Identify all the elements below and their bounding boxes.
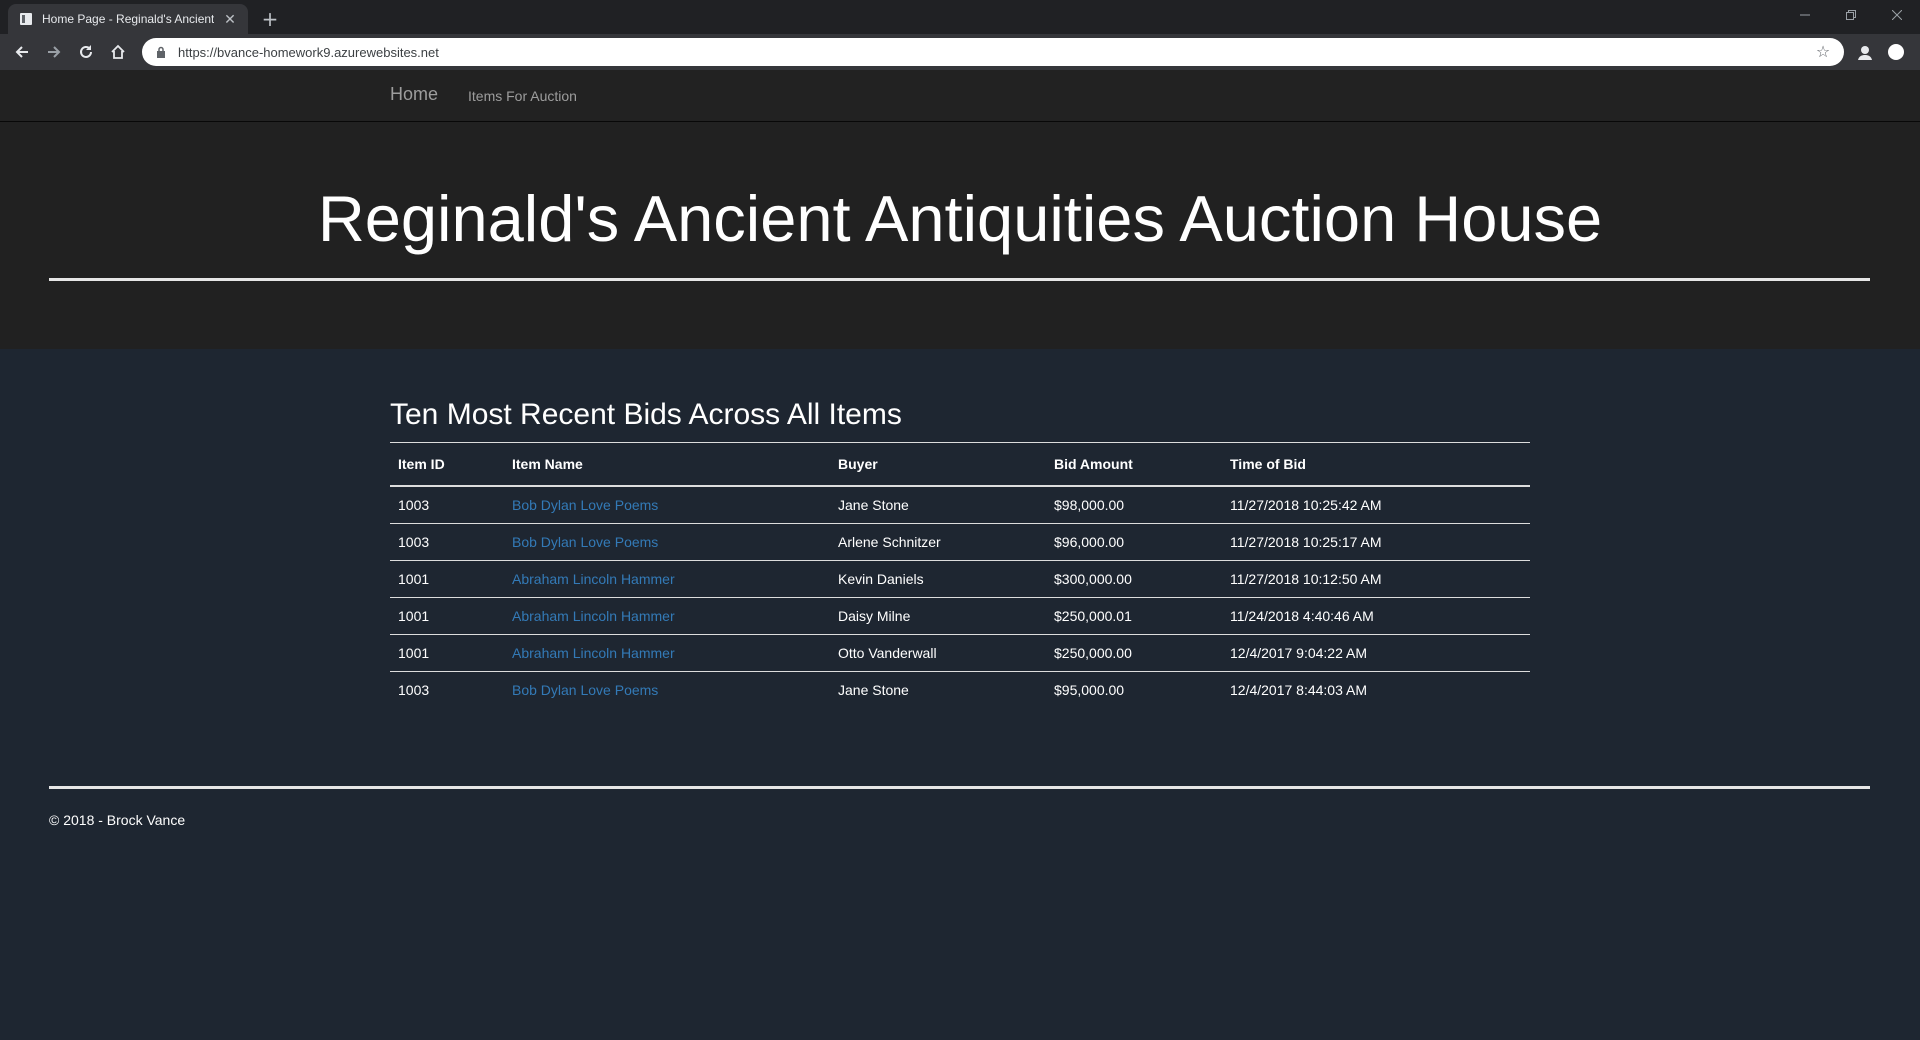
window-controls bbox=[1782, 0, 1920, 30]
cell-bid-amount: $250,000.00 bbox=[1046, 634, 1222, 672]
table-row: 1001 Abraham Lincoln Hammer Otto Vanderw… bbox=[390, 634, 1530, 672]
forward-arrow-icon[interactable] bbox=[40, 38, 68, 66]
cell-bid-amount: $96,000.00 bbox=[1046, 523, 1222, 561]
tab-title: Home Page - Reginald's Ancient bbox=[42, 12, 214, 26]
cell-time-of-bid: 11/27/2018 10:12:50 AM bbox=[1222, 560, 1530, 598]
table-header-row: Item ID Item Name Buyer Bid Amount Time … bbox=[390, 442, 1530, 487]
tab-close-icon[interactable]: ✕ bbox=[222, 11, 238, 27]
table-header: Item ID Item Name Buyer Bid Amount Time … bbox=[390, 442, 1530, 487]
cell-time-of-bid: 11/27/2018 10:25:42 AM bbox=[1230, 497, 1382, 513]
item-name-link[interactable]: Bob Dylan Love Poems bbox=[512, 497, 658, 513]
table-body: 1003 Bob Dylan Love Poems Jane Stone $98… bbox=[390, 486, 1530, 708]
new-tab-icon[interactable]: + bbox=[258, 7, 282, 31]
star-icon[interactable]: ☆ bbox=[1814, 43, 1832, 61]
cell-buyer: Otto Vanderwall bbox=[830, 634, 1046, 672]
hero-banner: Reginald's Ancient Antiquities Auction H… bbox=[0, 122, 1920, 349]
cell-item-id: 1001 bbox=[390, 597, 504, 635]
table-row: 1001 Abraham Lincoln Hammer Daisy Milne … bbox=[390, 597, 1530, 635]
item-name-link[interactable]: Abraham Lincoln Hammer bbox=[512, 571, 675, 587]
cell-item-name: Abraham Lincoln Hammer bbox=[504, 560, 830, 598]
item-name-link[interactable]: Abraham Lincoln Hammer bbox=[512, 645, 675, 661]
column-header-bid-amount: Bid Amount bbox=[1046, 442, 1222, 487]
cell-buyer: Jane Stone bbox=[838, 497, 909, 513]
browser-toolbar: https://bvance-homework9.azurewebsites.n… bbox=[0, 34, 1920, 70]
table-row: 1003 Bob Dylan Love Poems Arlene Schnitz… bbox=[390, 523, 1530, 561]
cell-item-id: 1003 bbox=[390, 523, 504, 561]
page-title: Reginald's Ancient Antiquities Auction H… bbox=[317, 182, 1603, 255]
cell-bid-amount: $250,000.01 bbox=[1046, 597, 1222, 635]
footer-divider bbox=[49, 786, 1870, 789]
recent-bids-heading: Ten Most Recent Bids Across All Items bbox=[390, 398, 902, 431]
cell-bid-amount: $300,000.00 bbox=[1046, 560, 1222, 598]
site-navbar: Home Items For Auction bbox=[0, 70, 1920, 122]
cell-time-of-bid: 12/4/2017 8:44:03 AM bbox=[1222, 671, 1530, 708]
cell-buyer: Daisy Milne bbox=[830, 597, 1046, 635]
cell-item-name: Abraham Lincoln Hammer bbox=[504, 597, 830, 635]
cell-time-of-bid: 11/27/2018 10:25:17 AM bbox=[1222, 523, 1530, 561]
column-header-item-id: Item ID bbox=[390, 442, 504, 487]
home-icon[interactable] bbox=[104, 38, 132, 66]
url-text[interactable]: https://bvance-homework9.azurewebsites.n… bbox=[178, 45, 1804, 60]
minimize-icon[interactable] bbox=[1782, 0, 1828, 30]
back-arrow-icon[interactable] bbox=[8, 38, 36, 66]
table-row: 1003 Bob Dylan Love Poems Jane Stone $95… bbox=[390, 671, 1530, 708]
cell-time-of-bid: 12/4/2017 9:04:22 AM bbox=[1222, 634, 1530, 672]
cell-item-id: 1001 bbox=[390, 560, 504, 598]
item-name-link[interactable]: Bob Dylan Love Poems bbox=[512, 534, 658, 550]
cell-bid-amount: $95,000.00 bbox=[1046, 671, 1222, 708]
recent-bids-table: Item ID Item Name Buyer Bid Amount Time … bbox=[390, 442, 1530, 708]
cell-item-name: Abraham Lincoln Hammer bbox=[504, 634, 830, 672]
profile-avatar-icon[interactable] bbox=[1884, 40, 1908, 64]
item-name-link[interactable]: Bob Dylan Love Poems bbox=[512, 682, 658, 698]
cell-item-id: 1003 bbox=[398, 497, 430, 513]
cell-item-name: Bob Dylan Love Poems bbox=[504, 486, 830, 524]
navbar-items-for-auction-link[interactable]: Items For Auction bbox=[468, 88, 577, 104]
cell-item-id: 1003 bbox=[390, 671, 504, 708]
cell-buyer: Jane Stone bbox=[830, 671, 1046, 708]
cell-time-of-bid: 11/24/2018 4:40:46 AM bbox=[1222, 597, 1530, 635]
navbar-home-link[interactable]: Home bbox=[390, 84, 438, 105]
column-header-buyer: Buyer bbox=[830, 442, 1046, 487]
address-bar[interactable]: https://bvance-homework9.azurewebsites.n… bbox=[142, 38, 1844, 66]
cell-bid-amount: $98,000.00 bbox=[1054, 497, 1125, 513]
column-header-item-name: Item Name bbox=[504, 442, 830, 487]
cell-item-id: 1001 bbox=[390, 634, 504, 672]
browser-tab[interactable]: Home Page - Reginald's Ancient ✕ bbox=[8, 4, 248, 34]
close-window-icon[interactable] bbox=[1874, 0, 1920, 30]
column-header-time-of-bid: Time of Bid bbox=[1222, 442, 1530, 487]
extension-icon[interactable] bbox=[1853, 40, 1877, 64]
footer-copyright: © 2018 - Brock Vance bbox=[49, 812, 186, 828]
table-row: 1001 Abraham Lincoln Hammer Kevin Daniel… bbox=[390, 560, 1530, 598]
lock-icon[interactable] bbox=[154, 45, 168, 59]
item-name-link[interactable]: Abraham Lincoln Hammer bbox=[512, 608, 675, 624]
reload-icon[interactable] bbox=[72, 38, 100, 66]
hero-divider bbox=[49, 278, 1870, 281]
cell-item-name: Bob Dylan Love Poems bbox=[504, 671, 830, 708]
page-favicon-icon bbox=[18, 11, 34, 27]
tab-strip: Home Page - Reginald's Ancient ✕ + bbox=[0, 0, 1920, 34]
cell-buyer: Kevin Daniels bbox=[830, 560, 1046, 598]
browser-chrome: Home Page - Reginald's Ancient ✕ + https… bbox=[0, 0, 1920, 70]
table-row: 1003 Bob Dylan Love Poems Jane Stone $98… bbox=[390, 486, 1530, 524]
restore-icon[interactable] bbox=[1828, 0, 1874, 30]
cell-buyer: Arlene Schnitzer bbox=[830, 523, 1046, 561]
cell-item-name: Bob Dylan Love Poems bbox=[504, 523, 830, 561]
